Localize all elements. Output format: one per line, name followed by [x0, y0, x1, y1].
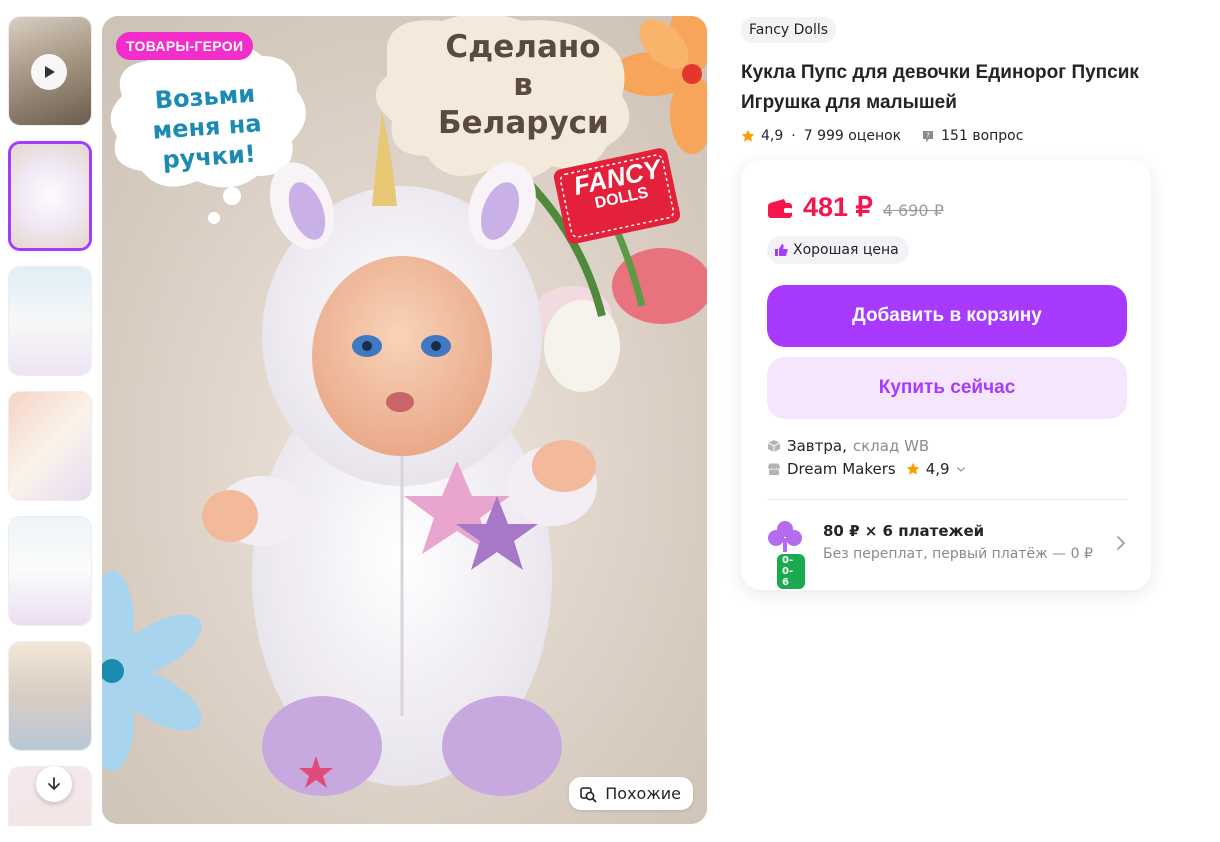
delivery-day: Завтра, [787, 437, 847, 455]
thumbnail-photo-3[interactable] [8, 391, 92, 501]
similar-button[interactable]: Похожие [569, 777, 693, 810]
svg-text:?: ? [926, 132, 930, 140]
good-price-label: Хорошая цена [793, 242, 899, 258]
seller-name[interactable]: Dream Makers [787, 460, 896, 478]
thumbnail-photo-3-image [9, 392, 91, 500]
thumbnail-photo-1[interactable] [8, 141, 92, 251]
product-meta: 4,9 · 7 999 оценок ? 151 вопрос [741, 128, 1023, 144]
wallet-icon [768, 198, 792, 218]
offer-card: 481 ₽ 4 690 ₽ Хорошая цена Добавить в ко… [741, 160, 1151, 591]
delivery-info: Завтра, склад WB [767, 437, 929, 455]
reviews-count[interactable]: 7 999 оценок [804, 128, 901, 144]
current-price: 481 ₽ [803, 192, 873, 222]
product-title: Кукла Пупс для девочки Единорог Пупсик И… [741, 62, 1139, 113]
thumbnail-video[interactable] [8, 16, 92, 126]
thumbnail-photo-5[interactable] [8, 641, 92, 751]
star-icon [741, 129, 755, 142]
clover-icon [768, 521, 802, 552]
thumbnail-photo-4-image [9, 517, 91, 625]
good-price-badge[interactable]: Хорошая цена [767, 236, 909, 264]
buy-now-button[interactable]: Купить сейчас [767, 357, 1127, 419]
made-in-caption: Сделано в Беларуси [438, 29, 609, 141]
installment-note: Без переплат, первый платёж — 0 ₽ [823, 546, 1093, 562]
thumbnail-photo-1-image [11, 144, 89, 248]
similar-label: Похожие [605, 784, 681, 803]
chevron-right-icon[interactable] [1115, 534, 1127, 552]
installment-text: 80 ₽ × 6 платежей Без переплат, первый п… [823, 520, 1093, 566]
delivery-warehouse: склад WB [852, 437, 930, 455]
hero-badge: ТОВАРЫ-ГЕРОИ [116, 32, 254, 60]
thumbnail-photo-2-image [9, 267, 91, 375]
meta-separator: · [791, 128, 796, 144]
play-icon[interactable] [31, 54, 67, 90]
questions-count[interactable]: 151 вопрос [941, 128, 1023, 144]
seller-star-icon [906, 462, 919, 475]
cloud-caption: Возьми меня на ручки! [151, 79, 263, 175]
similar-search-icon [580, 786, 597, 802]
installment-amount: 80 ₽ × 6 платежей [823, 522, 985, 540]
arrow-down-icon[interactable] [36, 766, 72, 802]
installment-logo: 0-0-6 [767, 520, 807, 591]
box-icon [767, 440, 781, 452]
installment-offer[interactable]: 0-0-6 80 ₽ × 6 платежей Без переплат, пе… [767, 520, 1127, 591]
thumbs-up-icon [775, 244, 788, 256]
price-row: 481 ₽ 4 690 ₽ [767, 192, 944, 223]
rating-value[interactable]: 4,9 [761, 128, 783, 144]
add-to-cart-button[interactable]: Добавить в корзину [767, 285, 1127, 347]
old-price: 4 690 ₽ [882, 201, 944, 220]
brand-link[interactable]: Fancy Dolls [741, 17, 837, 43]
chevron-down-icon[interactable] [956, 464, 966, 474]
thumbnail-gallery [8, 16, 94, 826]
divider [767, 499, 1127, 500]
seller-rating: 4,9 [925, 460, 950, 478]
question-icon: ? [923, 131, 934, 142]
thumbnail-photo-2[interactable] [8, 266, 92, 376]
shop-icon [768, 463, 780, 475]
thumbnail-photo-5-image [9, 642, 91, 750]
thumbnail-photo-4[interactable] [8, 516, 92, 626]
installment-badge: 0-0-6 [775, 552, 807, 591]
seller-info[interactable]: Dream Makers 4,9 [767, 460, 966, 478]
main-product-image[interactable]: ТОВАРЫ-ГЕРОИ Возьми меня на ручки! Сдела… [102, 16, 707, 824]
